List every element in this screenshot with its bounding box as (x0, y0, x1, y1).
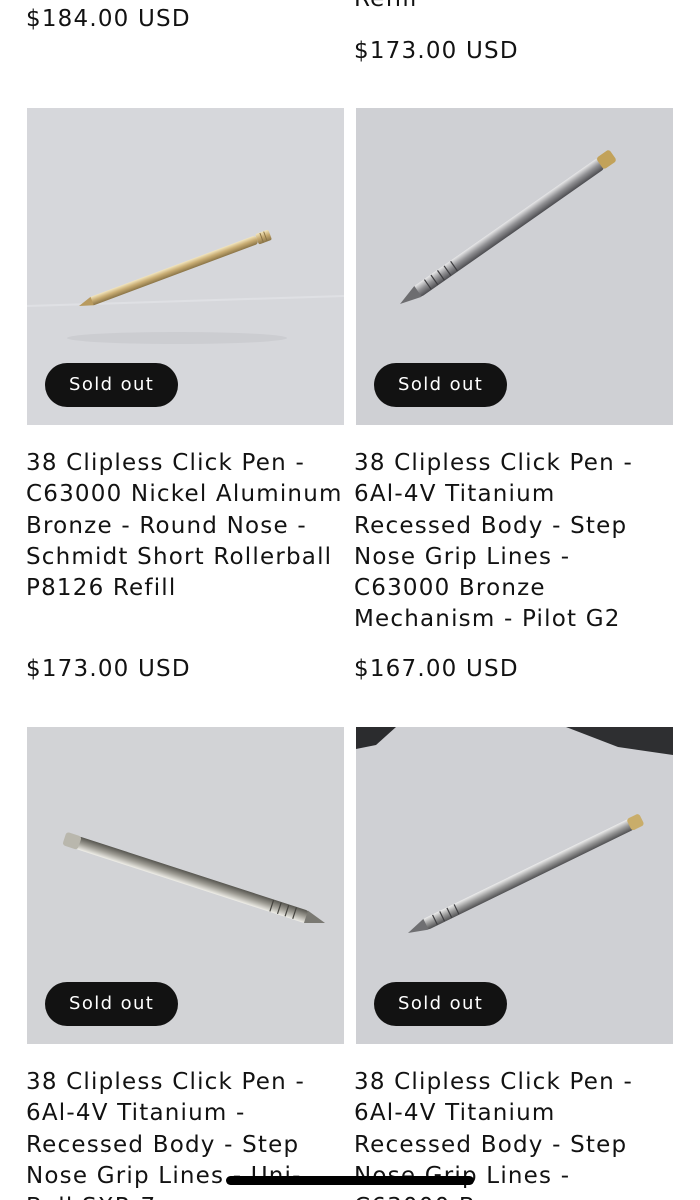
product-title-fragment[interactable]: Refill (354, 0, 418, 15)
product-image-titanium-pen[interactable]: Sold out (27, 727, 344, 1044)
product-image-titanium-pen[interactable]: Sold out (356, 727, 673, 1044)
product-price: $167.00 USD (354, 656, 519, 682)
sold-out-badge: Sold out (374, 363, 508, 407)
sold-out-badge: Sold out (45, 363, 179, 407)
product-image-titanium-pen[interactable]: Sold out (356, 108, 673, 425)
home-indicator[interactable] (226, 1176, 474, 1185)
product-price: $173.00 USD (26, 656, 191, 682)
product-title[interactable]: 38 Clipless Click Pen - C63000 Nickel Al… (26, 448, 346, 604)
product-price: $173.00 USD (354, 38, 519, 64)
sold-out-badge: Sold out (45, 982, 179, 1026)
product-grid-page: $184.00 USD Refill $173.00 USD (0, 0, 700, 1200)
product-price: $184.00 USD (26, 6, 191, 32)
sold-out-badge: Sold out (374, 982, 508, 1026)
product-image-bronze-pen[interactable]: Sold out (27, 108, 344, 425)
product-title[interactable]: 38 Clipless Click Pen - 6Al-4V Titanium … (354, 448, 674, 636)
